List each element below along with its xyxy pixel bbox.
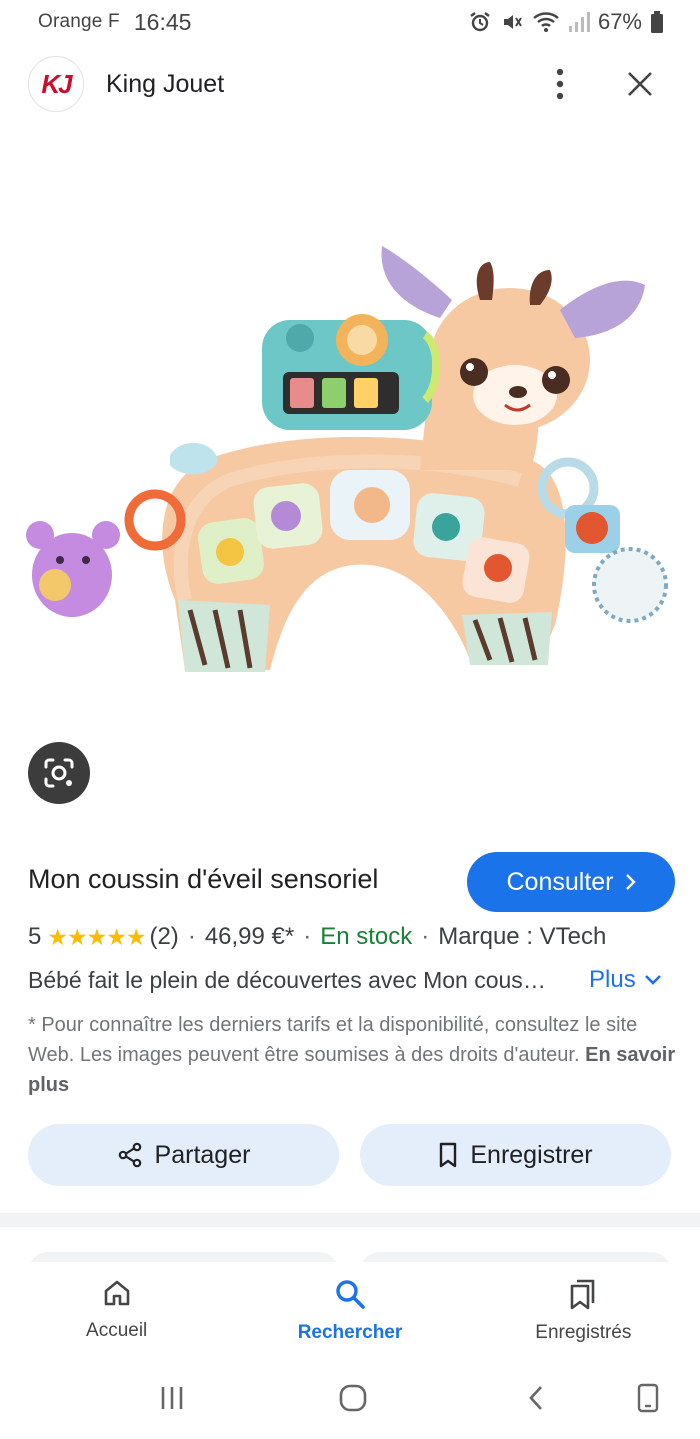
system-navigation	[0, 1368, 700, 1428]
status-bar: Orange F 16:45 67%	[0, 0, 700, 44]
separator: ·	[303, 923, 312, 950]
share-icon	[118, 1142, 141, 1168]
separator: ·	[187, 923, 196, 950]
rating-value: 5	[28, 923, 42, 950]
separator: ·	[421, 923, 430, 950]
close-button[interactable]	[620, 64, 660, 104]
bottom-navigation: Accueil Rechercher Enregistrés	[0, 1262, 700, 1362]
battery-level: 67%	[597, 9, 642, 34]
consult-label: Consulter	[506, 867, 614, 896]
more-vert-icon	[556, 68, 564, 100]
clock: 16:45	[133, 8, 192, 35]
keyboard-toggle-button[interactable]	[626, 1380, 670, 1416]
product-description: Bébé fait le plein de découvertes avec M…	[28, 967, 548, 993]
price: 46,99 €*	[204, 923, 295, 950]
chevron-down-icon	[644, 975, 661, 985]
carrier-name: Orange F	[38, 11, 120, 32]
nav-search-label: Rechercher	[297, 1322, 403, 1343]
save-button[interactable]: Enregistrer	[360, 1124, 671, 1186]
back-button[interactable]	[514, 1380, 558, 1416]
chevron-right-icon	[625, 874, 636, 890]
logo-text: KJ	[41, 68, 72, 99]
status-icons: 67%	[468, 9, 664, 35]
nav-saved-label: Enregistrés	[535, 1322, 632, 1343]
disclaimer: * Pour connaître les derniers tarifs et …	[28, 1010, 678, 1100]
home-circle-icon	[339, 1384, 367, 1412]
back-icon	[529, 1386, 542, 1410]
saved-icon	[571, 1279, 595, 1310]
more-label: Plus	[589, 966, 636, 993]
bookmark-icon	[440, 1142, 457, 1168]
brand: Marque : VTech	[438, 923, 607, 950]
section-divider	[0, 1213, 700, 1227]
nav-home[interactable]: Accueil	[0, 1262, 233, 1362]
product-image[interactable]	[0, 200, 700, 700]
nav-search[interactable]: Rechercher	[233, 1262, 466, 1362]
consult-button[interactable]: Consulter	[467, 852, 675, 912]
result-header: KJ King Jouet	[0, 56, 700, 116]
share-label: Partager	[154, 1140, 251, 1169]
wifi-icon	[533, 12, 559, 32]
alarm-icon	[470, 12, 490, 32]
disclaimer-text: * Pour connaître les derniers tarifs et …	[28, 1014, 638, 1066]
availability: En stock	[320, 923, 413, 950]
nav-saved[interactable]: Enregistrés	[467, 1262, 700, 1362]
save-label: Enregistrer	[470, 1140, 593, 1169]
phone-icon	[637, 1383, 659, 1413]
search-icon	[336, 1280, 365, 1309]
more-button[interactable]: Plus	[589, 966, 662, 994]
product-meta: 5 ★★★★★ (2) · 46,99 €* · En stock · Marq…	[28, 923, 606, 951]
close-icon	[628, 72, 652, 96]
review-count: (2)	[149, 923, 179, 950]
product-title: Mon coussin d'éveil sensoriel	[28, 864, 379, 894]
battery-icon	[651, 11, 663, 33]
rating-stars: ★★★★★	[47, 923, 146, 950]
more-options-button[interactable]	[540, 64, 580, 104]
home-system-button[interactable]	[331, 1380, 375, 1416]
home-icon	[104, 1280, 129, 1306]
recent-apps-icon	[161, 1387, 183, 1409]
share-button[interactable]: Partager	[28, 1124, 339, 1186]
lens-button[interactable]	[28, 742, 90, 804]
signal-icon	[568, 12, 590, 32]
lens-icon	[44, 758, 74, 788]
mute-icon	[503, 15, 522, 29]
site-name[interactable]: King Jouet	[106, 70, 224, 99]
nav-home-label: Accueil	[86, 1320, 148, 1341]
recent-apps-button[interactable]	[150, 1380, 194, 1416]
site-logo[interactable]: KJ	[28, 56, 84, 112]
